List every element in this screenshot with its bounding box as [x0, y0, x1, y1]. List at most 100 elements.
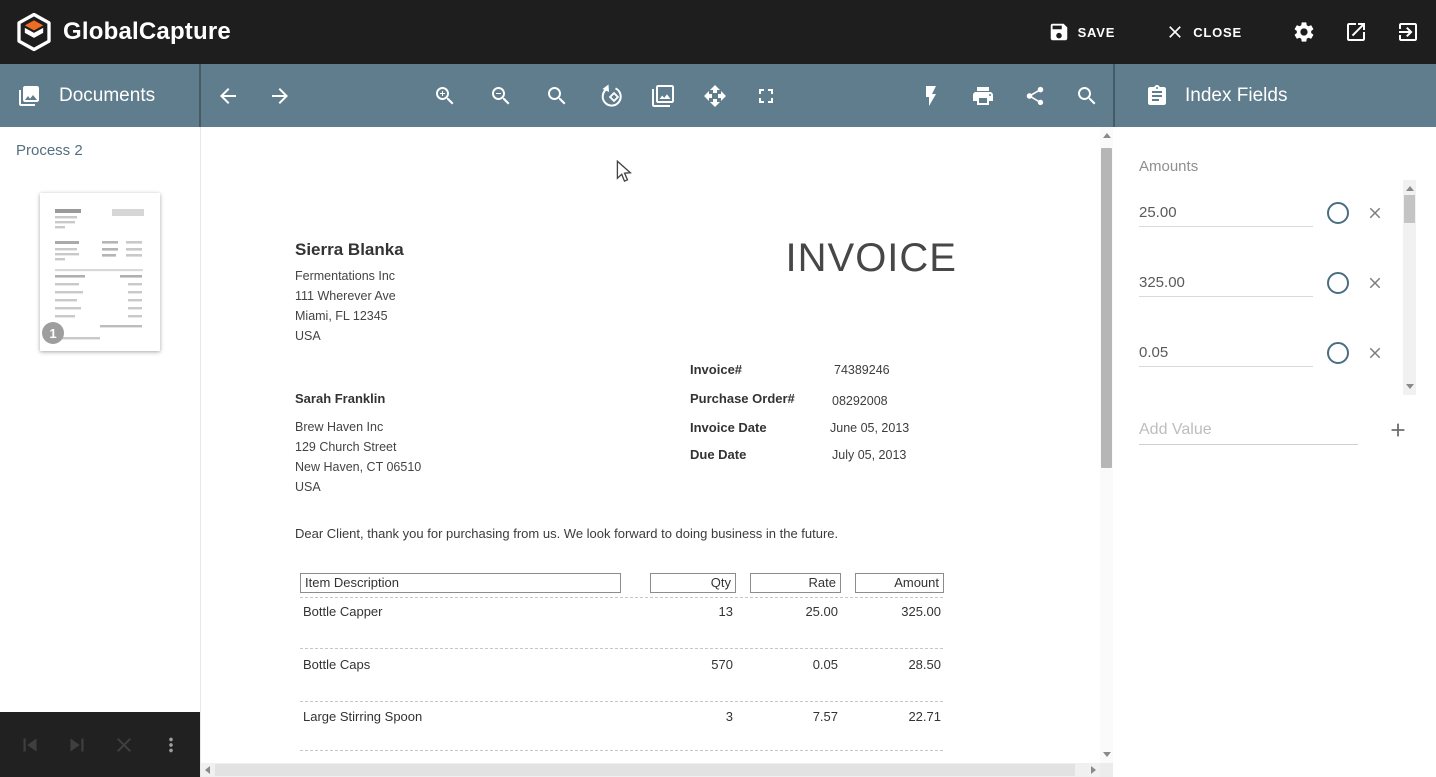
- logout-button[interactable]: [1388, 12, 1428, 52]
- rotate-button[interactable]: [591, 76, 631, 116]
- share-button[interactable]: [1015, 76, 1055, 116]
- amount-value-input[interactable]: [1139, 200, 1313, 227]
- item-rate: 25.00: [750, 604, 838, 619]
- toolbar-row: Documents: [0, 64, 1436, 127]
- fullscreen-icon: [754, 84, 778, 108]
- item-qty: 13: [650, 604, 733, 619]
- add-value-input[interactable]: [1139, 416, 1358, 445]
- scrollbar-corner: [1100, 763, 1113, 777]
- locate-value-radio[interactable]: [1327, 202, 1349, 224]
- amount-value-input[interactable]: [1139, 270, 1313, 297]
- vendor-line: Miami, FL 12345: [295, 309, 388, 323]
- index-field-row: [1139, 269, 1387, 297]
- pages-button[interactable]: [643, 76, 683, 116]
- index-fields-title: Index Fields: [1185, 85, 1287, 107]
- fullscreen-button[interactable]: [746, 76, 786, 116]
- sidebar-bottom-toolbar: [0, 712, 200, 777]
- back-button[interactable]: [208, 76, 248, 116]
- x-icon: [1366, 274, 1384, 292]
- close-button[interactable]: CLOSE: [1157, 12, 1250, 52]
- x-icon: [1366, 204, 1384, 222]
- vendor-line: 111 Wherever Ave: [295, 289, 396, 303]
- viewer-vertical-scrollbar[interactable]: [1100, 127, 1113, 763]
- meta-label: Due Date: [690, 447, 746, 462]
- item-description: Bottle Caps: [303, 657, 603, 672]
- open-external-button[interactable]: [1336, 12, 1376, 52]
- vendor-name: Sierra Blanka: [295, 240, 404, 260]
- item-qty: 3: [650, 709, 733, 724]
- greeting-text: Dear Client, thank you for purchasing fr…: [295, 526, 838, 541]
- item-amount: 28.50: [855, 657, 941, 672]
- col-header-qty: Qty: [650, 573, 736, 593]
- process-label: Process 2: [16, 142, 83, 159]
- meta-label: Purchase Order#: [690, 391, 795, 406]
- brand-logo-icon: [14, 12, 54, 52]
- locate-value-radio[interactable]: [1327, 342, 1349, 364]
- item-amount: 22.71: [855, 709, 941, 724]
- save-button[interactable]: SAVE: [1040, 11, 1124, 53]
- zoom-out-button[interactable]: [481, 76, 521, 116]
- zoom-in-button[interactable]: [425, 76, 465, 116]
- delete-document-button[interactable]: [104, 725, 144, 765]
- col-header-rate: Rate: [750, 573, 841, 593]
- item-description: Large Stirring Spoon: [303, 709, 603, 724]
- close-icon: [1165, 22, 1185, 42]
- vendor-line: USA: [295, 329, 321, 343]
- col-header-description: Item Description: [300, 573, 621, 593]
- scroll-right-arrow-icon[interactable]: [1091, 766, 1096, 774]
- viewer-toolbar: [201, 64, 1113, 127]
- fields-scroll-thumb[interactable]: [1404, 195, 1415, 223]
- zoom-in-icon: [433, 84, 457, 108]
- page-number-badge: 1: [42, 322, 64, 344]
- meta-value: 08292008: [832, 394, 888, 408]
- meta-label: Invoice Date: [690, 420, 767, 435]
- search-icon: [1075, 84, 1099, 108]
- clipboard-icon: [1145, 84, 1169, 108]
- index-field-row: [1139, 339, 1387, 367]
- vertical-scroll-thumb[interactable]: [1101, 148, 1112, 468]
- settings-button[interactable]: [1284, 12, 1324, 52]
- print-button[interactable]: [963, 76, 1003, 116]
- meta-value: June 05, 2013: [830, 421, 909, 435]
- horizontal-scroll-thumb[interactable]: [215, 764, 1075, 776]
- pan-button[interactable]: [695, 76, 735, 116]
- scroll-down-arrow-icon[interactable]: [1103, 752, 1111, 757]
- meta-value: 74389246: [834, 363, 890, 377]
- last-document-button[interactable]: [57, 725, 97, 765]
- remove-value-button[interactable]: [1366, 204, 1384, 222]
- scroll-left-arrow-icon[interactable]: [205, 766, 210, 774]
- lightning-icon: [919, 84, 943, 108]
- documents-header[interactable]: Documents: [0, 64, 201, 127]
- customer-line: Brew Haven Inc: [295, 420, 383, 434]
- forward-button[interactable]: [260, 76, 300, 116]
- magnifier-icon: [545, 84, 569, 108]
- index-fields-panel: Amounts: [1113, 127, 1436, 777]
- zoom-reset-button[interactable]: [537, 76, 577, 116]
- customer-line: New Haven, CT 06510: [295, 460, 421, 474]
- fields-scroll-up-icon[interactable]: [1406, 186, 1414, 191]
- row-divider: [300, 648, 943, 649]
- meta-value: July 05, 2013: [832, 448, 906, 462]
- col-header-amount: Amount: [855, 573, 944, 593]
- workflow-button[interactable]: [911, 76, 951, 116]
- brand-name: GlobalCapture: [63, 18, 231, 46]
- amount-value-input[interactable]: [1139, 340, 1313, 367]
- viewer-horizontal-scrollbar[interactable]: [201, 763, 1100, 777]
- customer-line: 129 Church Street: [295, 440, 396, 454]
- scroll-up-arrow-icon[interactable]: [1103, 133, 1111, 138]
- gear-icon: [1292, 20, 1316, 44]
- open-in-new-icon: [1344, 20, 1368, 44]
- fields-scrollbar[interactable]: [1403, 180, 1416, 395]
- first-document-button[interactable]: [10, 725, 50, 765]
- document-thumbnail[interactable]: 1: [40, 193, 160, 351]
- add-value-button[interactable]: [1387, 419, 1409, 441]
- fields-scroll-down-icon[interactable]: [1406, 384, 1414, 389]
- item-rate: 0.05: [750, 657, 838, 672]
- remove-value-button[interactable]: [1366, 274, 1384, 292]
- locate-value-radio[interactable]: [1327, 272, 1349, 294]
- search-button[interactable]: [1067, 76, 1107, 116]
- more-options-button[interactable]: [151, 725, 191, 765]
- top-bar: GlobalCapture SAVE CLOSE: [0, 0, 1436, 64]
- exit-icon: [1396, 20, 1420, 44]
- remove-value-button[interactable]: [1366, 344, 1384, 362]
